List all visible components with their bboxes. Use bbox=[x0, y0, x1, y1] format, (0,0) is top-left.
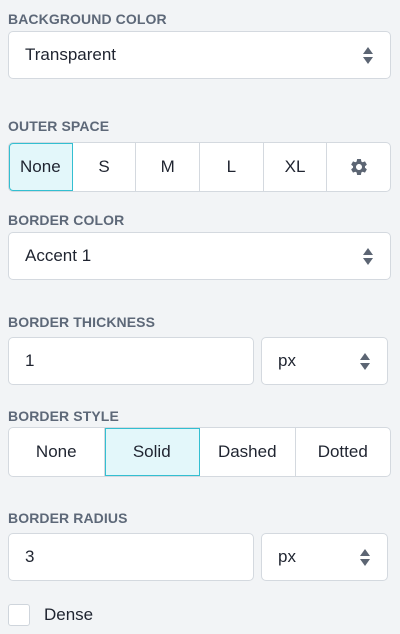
outer-space-s-button[interactable]: S bbox=[73, 143, 137, 191]
border-radius-value: 3 bbox=[25, 547, 35, 566]
outer-space-label: OUTER SPACE bbox=[8, 118, 110, 134]
border-thickness-input[interactable]: 1 bbox=[8, 337, 254, 385]
outer-space-settings-button[interactable] bbox=[327, 143, 390, 191]
select-arrows-icon bbox=[362, 46, 374, 64]
border-radius-unit-value: px bbox=[278, 547, 296, 566]
border-style-segmented-control: None Solid Dashed Dotted bbox=[8, 427, 391, 477]
outer-space-l-button[interactable]: L bbox=[200, 143, 264, 191]
border-style-dotted-button[interactable]: Dotted bbox=[296, 428, 391, 476]
border-color-select[interactable]: Accent 1 bbox=[8, 232, 391, 280]
dense-checkbox[interactable] bbox=[8, 604, 30, 626]
border-style-label: BORDER STYLE bbox=[8, 408, 119, 424]
border-radius-label: BORDER RADIUS bbox=[8, 510, 128, 526]
border-thickness-label: BORDER THICKNESS bbox=[8, 314, 156, 330]
border-thickness-unit-select[interactable]: px bbox=[261, 337, 388, 385]
select-arrows-icon bbox=[359, 548, 371, 566]
border-radius-input[interactable]: 3 bbox=[8, 533, 254, 581]
background-color-value: Transparent bbox=[25, 45, 117, 64]
border-style-dashed-button[interactable]: Dashed bbox=[200, 428, 296, 476]
background-color-label: BACKGROUND COLOR bbox=[8, 11, 167, 27]
border-color-label: BORDER COLOR bbox=[8, 212, 125, 228]
border-style-none-button[interactable]: None bbox=[9, 428, 105, 476]
border-color-value: Accent 1 bbox=[25, 246, 92, 265]
border-style-solid-button[interactable]: Solid bbox=[104, 428, 200, 476]
border-radius-unit-select[interactable]: px bbox=[261, 533, 388, 581]
outer-space-xl-button[interactable]: XL bbox=[264, 143, 328, 191]
gear-icon bbox=[350, 159, 367, 175]
border-thickness-value: 1 bbox=[25, 351, 35, 370]
outer-space-segmented-control: None S M L XL bbox=[8, 142, 391, 192]
outer-space-m-button[interactable]: M bbox=[136, 143, 201, 191]
border-thickness-unit-value: px bbox=[278, 351, 296, 370]
dense-label[interactable]: Dense bbox=[44, 605, 93, 625]
select-arrows-icon bbox=[362, 247, 374, 265]
outer-space-none-button[interactable]: None bbox=[9, 143, 73, 191]
select-arrows-icon bbox=[359, 352, 371, 370]
background-color-select[interactable]: Transparent bbox=[8, 31, 391, 79]
